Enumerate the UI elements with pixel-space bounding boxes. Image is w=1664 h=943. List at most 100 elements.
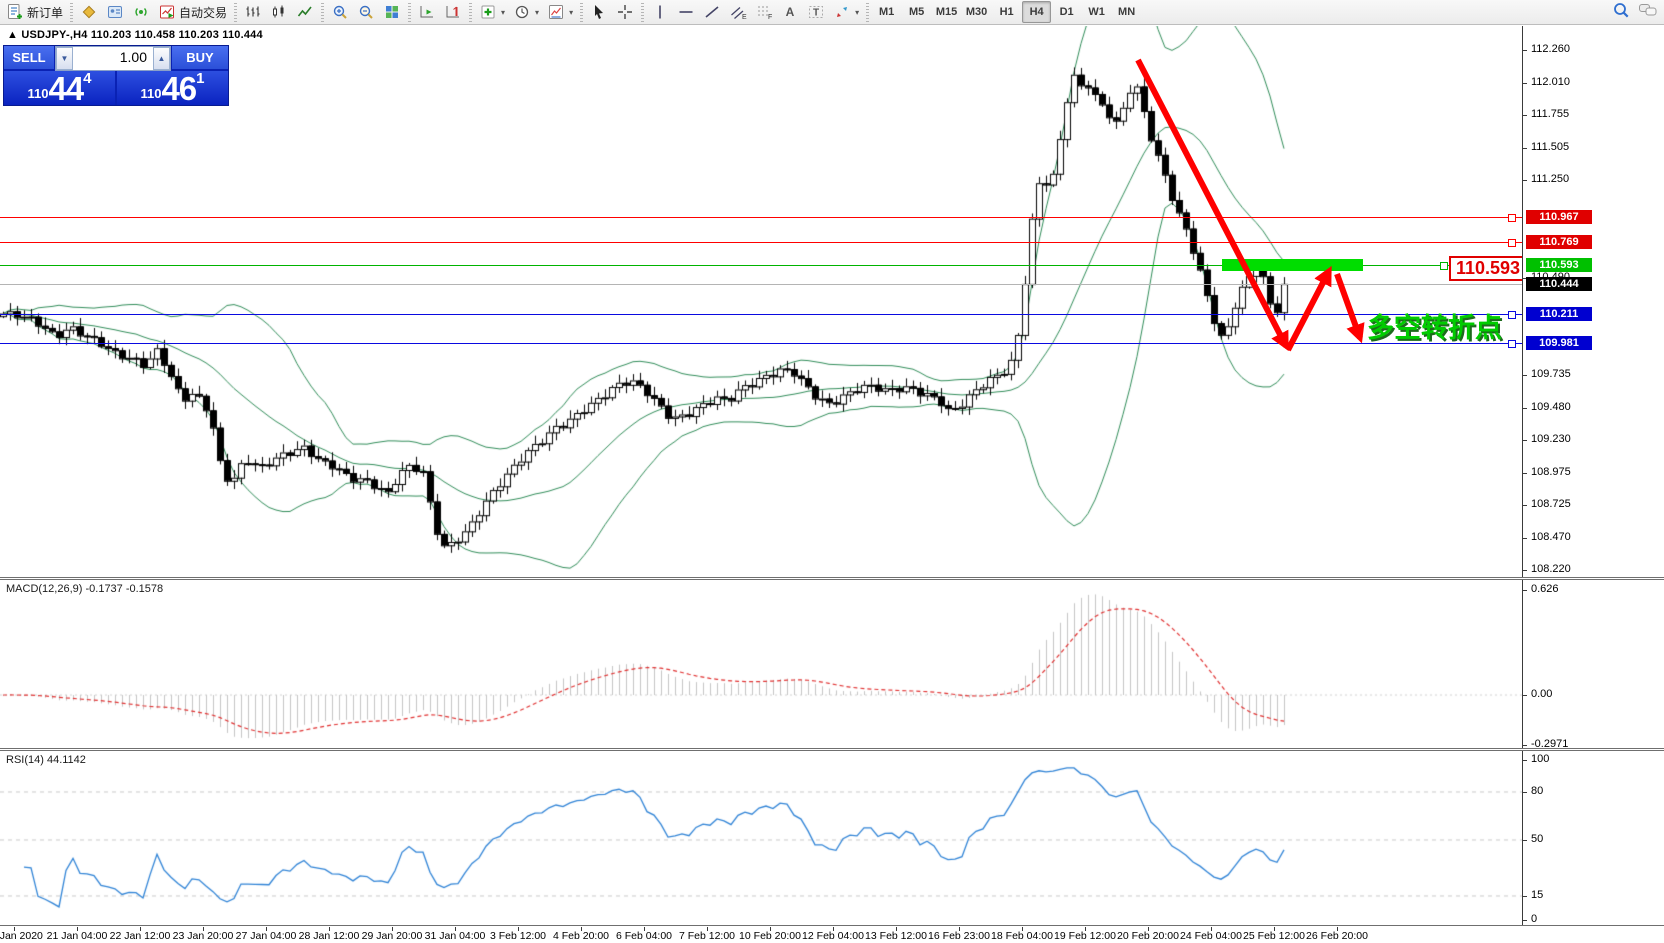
sell-button[interactable]: SELL: [4, 46, 54, 71]
text-button[interactable]: A: [777, 1, 803, 23]
text-label-icon: T: [807, 3, 825, 21]
cursor-button[interactable]: [586, 1, 612, 23]
buy-button[interactable]: BUY: [172, 46, 228, 71]
rsi-canvas: [0, 751, 1522, 925]
bar-chart-type-button[interactable]: [240, 1, 266, 23]
timeframe-mn[interactable]: MN: [1112, 1, 1141, 23]
bar-chart-icon: [244, 3, 262, 21]
autotrading-button[interactable]: 自动交易: [154, 1, 231, 23]
search-icon[interactable]: [1612, 1, 1630, 19]
axis-tick-label: 0: [1531, 913, 1537, 925]
crosshair-button[interactable]: [612, 1, 638, 23]
turning-point-annotation[interactable]: 多空转折点: [1330, 306, 1502, 345]
axis-tick-label: 111.250: [1531, 173, 1569, 185]
horizontal-line-button[interactable]: [673, 1, 699, 23]
pane-separator[interactable]: [0, 748, 1664, 751]
axis-tick-label: 108.220: [1531, 563, 1571, 575]
buy-price-pips: 46: [161, 74, 196, 104]
text-label-button[interactable]: T: [803, 1, 829, 23]
data-window-button[interactable]: [102, 1, 128, 23]
price-marker-110.211: 110.211: [1526, 307, 1592, 321]
indicators-button[interactable]: ▾: [475, 1, 509, 23]
timeframe-w1[interactable]: W1: [1082, 1, 1111, 23]
line-handle[interactable]: [1508, 214, 1516, 222]
pane-separator[interactable]: [0, 577, 1664, 580]
new-order-button[interactable]: 新订单: [2, 1, 67, 23]
line-handle[interactable]: [1508, 239, 1516, 247]
timeframe-m15[interactable]: M15: [932, 1, 961, 23]
volume-decrease-button[interactable]: ▼: [56, 47, 73, 70]
timeframe-m30[interactable]: M30: [962, 1, 991, 23]
timeframe-m5[interactable]: M5: [902, 1, 931, 23]
vertical-line-icon: [651, 3, 669, 21]
dropdown-caret: ▾: [501, 8, 505, 17]
horizontal-line-icon: [677, 3, 695, 21]
volume-input[interactable]: 1.00: [73, 47, 153, 70]
periods-button[interactable]: ▾: [509, 1, 543, 23]
candle-chart-type-button[interactable]: [266, 1, 292, 23]
time-axis[interactable]: 19 Jan 202021 Jan 04:0022 Jan 12:0023 Ja…: [0, 927, 1664, 943]
line-handle[interactable]: [1508, 311, 1516, 319]
price-marker-109.981: 109.981: [1526, 336, 1592, 350]
sell-price[interactable]: 110444: [4, 71, 115, 105]
horizontal-line-110.769[interactable]: [0, 242, 1522, 243]
timeframe-h1[interactable]: H1: [992, 1, 1021, 23]
arrows-button[interactable]: ▾: [829, 1, 863, 23]
new-order-icon: [6, 3, 24, 21]
zoom-in-icon: [331, 3, 349, 21]
equidistant-channel-button[interactable]: E: [725, 1, 751, 23]
tile-windows-button[interactable]: [379, 1, 405, 23]
price-marker-110.593: 110.593: [1526, 258, 1592, 272]
volume-increase-button[interactable]: ▲: [153, 47, 170, 70]
metaeditor-button[interactable]: [76, 1, 102, 23]
axis-tick-label: 50: [1531, 833, 1543, 845]
fibonacci-icon: F: [755, 3, 773, 21]
buy-price-figure: 110: [140, 84, 161, 104]
rsi-value: 44.1142: [47, 754, 86, 766]
toolbar: 新订单 自动交易 ▾ ▾ ▾ E F A T ▾: [0, 0, 1664, 25]
time-label: 29 Jan 20:00: [362, 930, 423, 942]
callout-handle[interactable]: [1440, 262, 1448, 270]
fibonacci-button[interactable]: F: [751, 1, 777, 23]
time-label: 24 Feb 04:00: [1180, 930, 1242, 942]
vertical-line-button[interactable]: [647, 1, 673, 23]
horizontal-line-110.211[interactable]: [0, 314, 1522, 315]
templates-button[interactable]: ▾: [543, 1, 577, 23]
zoom-in-button[interactable]: [327, 1, 353, 23]
buy-price[interactable]: 110461: [117, 71, 228, 105]
line-handle[interactable]: [1508, 340, 1516, 348]
price-marker-110.444: 110.444: [1526, 277, 1592, 291]
axis-tick-label: 108.975: [1531, 466, 1571, 478]
chart-shift-button[interactable]: [440, 1, 466, 23]
zoom-out-icon: [357, 3, 375, 21]
timeframe-m1[interactable]: M1: [872, 1, 901, 23]
auto-scroll-button[interactable]: [414, 1, 440, 23]
line-chart-type-button[interactable]: [292, 1, 318, 23]
price-callout[interactable]: 110.593: [1449, 256, 1527, 281]
main-chart-canvas: [0, 26, 1522, 577]
timeframe-h4[interactable]: H4: [1022, 1, 1051, 23]
axis-tick-label: 108.470: [1531, 531, 1571, 543]
time-label: 21 Jan 04:00: [47, 930, 108, 942]
arrows-icon: [833, 3, 851, 21]
ohlc-values: 110.203 110.458 110.203 110.444: [91, 29, 263, 41]
time-label: 13 Feb 12:00: [865, 930, 927, 942]
time-label: 10 Feb 20:00: [739, 930, 801, 942]
horizontal-line-109.981[interactable]: [0, 343, 1522, 344]
horizontal-line-110.967[interactable]: [0, 217, 1522, 218]
trendline-button[interactable]: [699, 1, 725, 23]
signal-button[interactable]: [128, 1, 154, 23]
macd-label: MACD(12,26,9) -0.1737 -0.1578: [6, 583, 163, 595]
axis-tick-label: 108.725: [1531, 498, 1571, 510]
chat-icon[interactable]: [1638, 1, 1658, 19]
sell-price-pips: 44: [48, 74, 83, 104]
timeframe-d1[interactable]: D1: [1052, 1, 1081, 23]
dropdown-caret: ▾: [569, 8, 573, 17]
line-chart-icon: [296, 3, 314, 21]
volume-control: ▼ 1.00 ▲: [55, 46, 171, 71]
axis-tick-label: 109.480: [1531, 401, 1571, 413]
price-axis[interactable]: 112.260112.010111.755111.505111.250110.4…: [1523, 26, 1664, 927]
highlight-rectangle[interactable]: [1222, 259, 1363, 271]
zoom-out-button[interactable]: [353, 1, 379, 23]
collapse-arrow-icon[interactable]: ▲: [7, 29, 18, 41]
